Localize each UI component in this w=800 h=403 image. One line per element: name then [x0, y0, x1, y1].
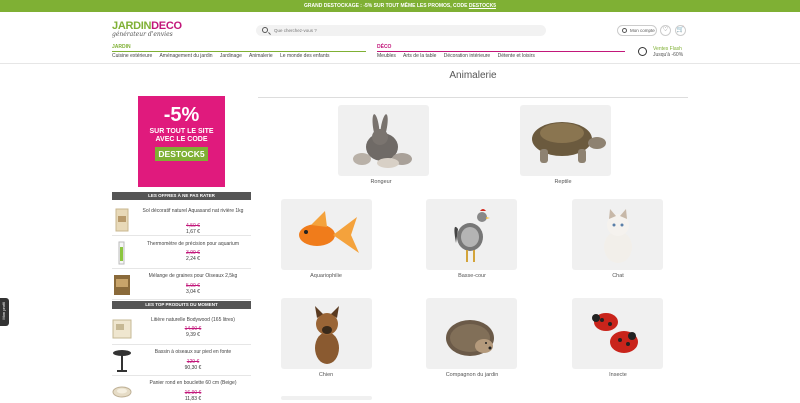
account-button[interactable]: Mon compte [617, 25, 657, 36]
nav-deco: Meubles Arts de la table Décoration inté… [377, 53, 541, 59]
product-name: Panier rond en bouclette 60 cm (Beige) [149, 380, 237, 386]
page-title: Animalerie [449, 70, 497, 81]
nav-item-jardinage[interactable]: Jardinage [220, 53, 242, 59]
category-tile-aquariophilie[interactable] [281, 199, 372, 270]
section-top-title: LES TOP PRODUITS DU MOMENT [112, 301, 251, 309]
nav-deco-label[interactable]: DÉCO [377, 44, 391, 50]
product-name: Litière naturelle Bodywood (165 litres) [151, 317, 235, 323]
heart-icon: ♡ [662, 27, 669, 33]
nav-item-detente-loisirs[interactable]: Détente et loisirs [498, 53, 535, 59]
category-tile-chat[interactable] [572, 199, 663, 270]
nav-item-decoration-interieure[interactable]: Décoration intérieure [444, 53, 490, 59]
product-price: 11,83 € [184, 396, 202, 402]
product-thumbnail [112, 273, 132, 297]
cart-icon: 🛒 [676, 27, 685, 33]
search-icon[interactable] [262, 27, 268, 33]
nav-item-cuisine-exterieure[interactable]: Cuisine extérieure [112, 53, 152, 59]
product-price: 9,39 € [186, 332, 200, 338]
nav-deco-divider [377, 51, 625, 52]
product-thumbnail [112, 241, 132, 265]
product-name: Thermomètre de précision pour aquarium [147, 241, 239, 247]
tortoise-image [532, 122, 606, 163]
category-label[interactable]: Chien [256, 372, 396, 378]
category-tile-compagnon-jardin[interactable] [426, 298, 517, 369]
side-tab-label: Mon profil [1, 302, 6, 320]
promo-sidebar-banner[interactable]: -5% SUR TOUT LE SITE AVEC LE CODE DESTOC… [138, 96, 225, 187]
nav-jardin: Cuisine extérieure Aménagement du jardin… [112, 53, 336, 59]
promo-box-code: DESTOCK5 [155, 147, 208, 161]
sidebar-product[interactable]: Sol décoratif naturel Aquasand nat riviè… [112, 202, 251, 236]
goldfish-image [299, 211, 359, 253]
category-label[interactable]: Compagnon du jardin [402, 372, 542, 378]
nav-item-animalerie[interactable]: Animalerie [249, 53, 273, 59]
cat-image [604, 209, 632, 263]
title-divider [258, 97, 688, 98]
nav-jardin-label[interactable]: JARDIN [112, 44, 131, 50]
search-bar [256, 25, 546, 36]
hedgehog-image [446, 320, 494, 356]
category-tile-chien[interactable] [281, 298, 372, 369]
sidebar-product[interactable]: Litière naturelle Bodywood (165 litres) … [112, 311, 251, 345]
nav-item-arts-table[interactable]: Arts de la table [403, 53, 436, 59]
category-tile-insecte[interactable] [572, 298, 663, 369]
product-name: Sol décoratif naturel Aquasand nat riviè… [142, 208, 244, 214]
promo-text: GRAND DESTOCKAGE : -5% SUR TOUT MÊME LES… [304, 3, 469, 9]
promo-line-1: SUR TOUT LE SITE [149, 128, 214, 135]
account-label: Mon compte [630, 28, 655, 33]
nav-item-monde-enfants[interactable]: Le monde des enfants [280, 53, 329, 59]
product-thumbnail [112, 208, 132, 232]
dog-image [315, 306, 339, 364]
category-tile-partial[interactable] [281, 396, 372, 400]
section-offres-title: LES OFFRES À NE PAS RATER [112, 192, 251, 200]
site-logo[interactable]: JARDINDECO générateur d'envies [112, 20, 182, 38]
wishlist-button[interactable]: ♡ [660, 25, 671, 36]
category-label[interactable]: Insecte [548, 372, 688, 378]
rabbit-image [353, 114, 412, 168]
category-tile-basse-cour[interactable] [426, 199, 517, 270]
nav-item-amenagement-jardin[interactable]: Aménagement du jardin [159, 53, 212, 59]
product-price: 2,24 € [186, 256, 200, 262]
sidebar-product[interactable]: Bassin à oiseaux sur pied en fonte 129 €… [112, 346, 251, 376]
search-input[interactable] [274, 25, 534, 36]
rooster-image [454, 209, 490, 262]
nav-item-meubles[interactable]: Meubles [377, 53, 396, 59]
category-label[interactable]: Basse-cour [402, 273, 542, 279]
category-label[interactable]: Reptile [493, 179, 633, 185]
category-tile-reptile[interactable] [520, 105, 611, 176]
product-price: 1,67 € [186, 229, 200, 235]
nav-jardin-divider [112, 51, 366, 52]
product-price: 3,04 € [186, 289, 200, 295]
ladybug-image [592, 313, 638, 353]
promo-line-2: AVEC LE CODE [155, 136, 208, 143]
sidebar-product[interactable]: Thermomètre de précision pour aquarium 3… [112, 237, 251, 269]
product-thumbnail [112, 316, 132, 340]
product-name: Mélange de graines pour Oiseaux 2,5kg [148, 273, 238, 279]
category-label[interactable]: Rongeur [311, 179, 451, 185]
category-label[interactable]: Aquariophilie [256, 273, 396, 279]
ventes-flash-discount: Jusqu'à -60% [653, 52, 684, 58]
logo-tagline: générateur d'envies [112, 31, 173, 38]
clock-icon [638, 47, 647, 56]
user-icon [622, 28, 627, 33]
sidebar-product[interactable]: Panier rond en bouclette 60 cm (Beige) 1… [112, 377, 251, 402]
product-thumbnail [112, 348, 132, 374]
product-price: 90,30 € [184, 365, 202, 371]
product-name: Bassin à oiseaux sur pied en fonte [154, 349, 232, 355]
promo-code: DESTOCK5 [468, 3, 496, 9]
product-thumbnail [112, 382, 132, 398]
promo-banner[interactable]: GRAND DESTOCKAGE : -5% SUR TOUT MÊME LES… [0, 0, 800, 12]
profile-side-tab[interactable]: Mon profil [0, 298, 9, 326]
cart-button[interactable]: 🛒 [675, 25, 686, 36]
promo-percent: -5% [163, 104, 200, 126]
category-label[interactable]: Chat [548, 273, 688, 279]
sidebar-product[interactable]: Mélange de graines pour Oiseaux 2,5kg 5,… [112, 270, 251, 300]
category-tile-rongeur[interactable] [338, 105, 429, 176]
